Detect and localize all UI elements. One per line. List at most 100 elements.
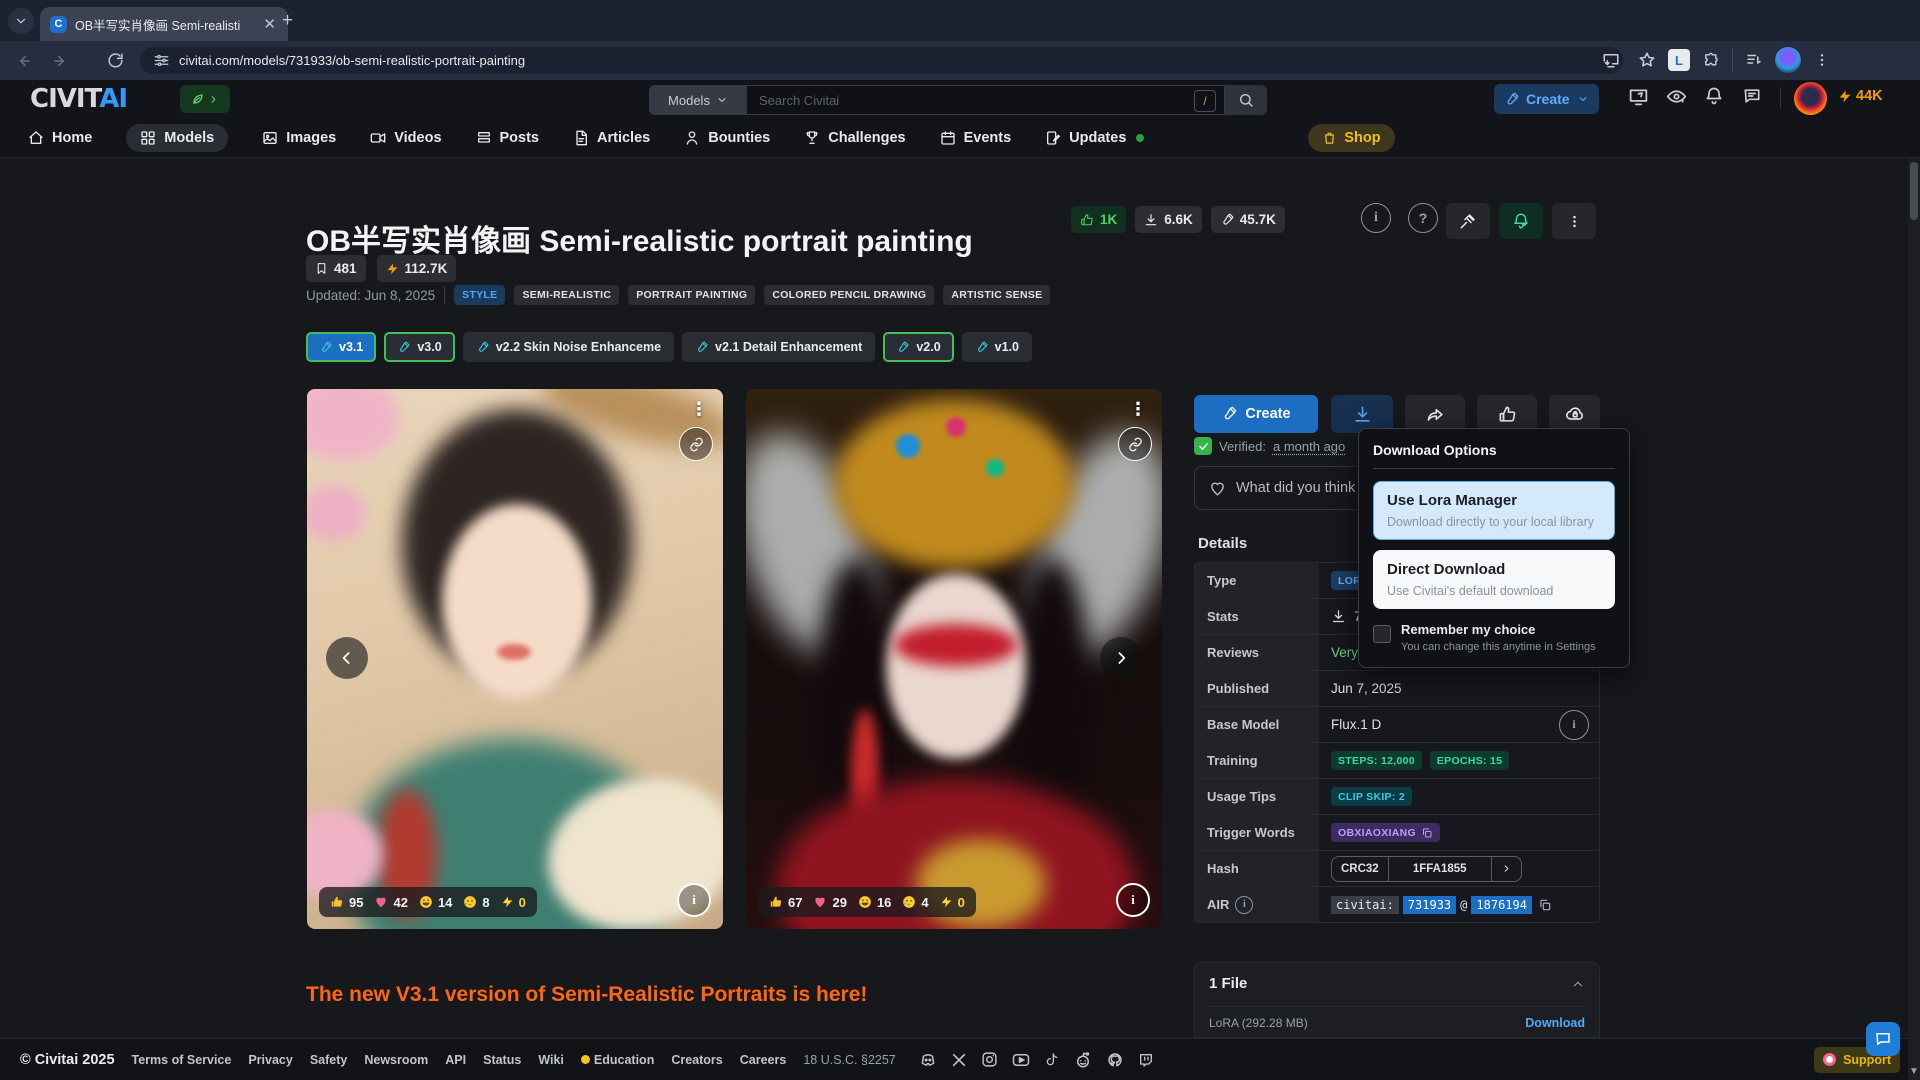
trigger-word-badge[interactable]: OBXIAOXIANG: [1331, 823, 1440, 842]
chat-button[interactable]: [1742, 86, 1762, 106]
twitch-icon[interactable]: [1138, 1052, 1154, 1068]
footer-link-api[interactable]: API: [445, 1053, 466, 1067]
air-model-id[interactable]: 731933: [1403, 896, 1456, 914]
discord-icon[interactable]: [919, 1051, 937, 1069]
github-icon[interactable]: [1106, 1051, 1124, 1069]
nav-item-models[interactable]: Models: [126, 124, 228, 152]
remember-choice-label[interactable]: Remember my choice: [1401, 622, 1596, 637]
footer-link-education[interactable]: Education: [581, 1053, 654, 1067]
image-link-button[interactable]: [1118, 427, 1152, 461]
nav-item-videos[interactable]: Videos: [370, 130, 441, 146]
reaction-cry[interactable]: 4: [902, 895, 928, 910]
footer-link-2257[interactable]: 18 U.S.C. §2257: [803, 1053, 895, 1067]
version-tab-v10[interactable]: v1.0: [962, 332, 1032, 362]
footer-link-creators[interactable]: Creators: [671, 1053, 722, 1067]
nav-item-articles[interactable]: Articles: [573, 130, 650, 146]
reviews-rating[interactable]: Very: [1331, 645, 1358, 660]
footer-link-privacy[interactable]: Privacy: [248, 1053, 292, 1067]
install-app-button[interactable]: [1596, 45, 1626, 75]
file-download-link[interactable]: Download: [1525, 1016, 1585, 1030]
tab-close-icon[interactable]: ✕: [261, 15, 278, 33]
version-tab-v20[interactable]: v2.0: [883, 332, 953, 362]
help-circle-icon[interactable]: ?: [1408, 203, 1438, 233]
civitai-logo[interactable]: CIVITAI: [30, 85, 127, 113]
downloads-badge[interactable]: 6.6K: [1135, 206, 1202, 233]
nav-item-home[interactable]: Home: [28, 130, 92, 146]
image-info-button[interactable]: i: [677, 883, 711, 917]
extension-l-badge[interactable]: L: [1668, 49, 1690, 71]
reload-button[interactable]: [100, 46, 130, 76]
browser-tab[interactable]: C OB半写实肖像画 Semi-realisti ✕: [40, 7, 288, 41]
version-tab-v30[interactable]: v3.0: [384, 332, 454, 362]
reaction-laugh[interactable]: 14: [419, 895, 452, 910]
info-circle-icon[interactable]: i: [1361, 203, 1391, 233]
info-circle-icon[interactable]: i: [1559, 710, 1589, 740]
reading-list-button[interactable]: [1739, 45, 1769, 75]
tag-style[interactable]: STYLE: [454, 285, 505, 305]
option-use-lora-manager[interactable]: Use Lora Manager Download directly to yo…: [1373, 481, 1615, 540]
notify-following-button[interactable]: [1499, 203, 1543, 239]
tag-artistic-sense[interactable]: ARTISTIC SENSE: [943, 285, 1050, 305]
forward-button[interactable]: [46, 46, 76, 76]
instagram-icon[interactable]: [981, 1051, 998, 1068]
nav-item-shop[interactable]: Shop: [1308, 124, 1394, 152]
site-settings-icon[interactable]: [154, 53, 169, 68]
reaction-bar[interactable]: 95 42 14 8 0: [319, 887, 537, 917]
browser-menu-button[interactable]: [1807, 45, 1837, 75]
extensions-button[interactable]: [1696, 45, 1726, 75]
bookmarks-badge[interactable]: 481: [306, 255, 366, 282]
reaction-cry[interactable]: 8: [463, 895, 489, 910]
option-direct-download[interactable]: Direct Download Use Civitai's default do…: [1373, 550, 1615, 609]
hash-value[interactable]: 1FFA1855: [1388, 857, 1491, 881]
tag-portrait-painting[interactable]: PORTRAIT PAINTING: [628, 285, 755, 305]
carousel-next-button[interactable]: [1100, 637, 1142, 679]
moderation-gavel-button[interactable]: [1446, 203, 1490, 239]
hash-next-button[interactable]: [1491, 857, 1521, 881]
reddit-icon[interactable]: [1074, 1051, 1092, 1069]
page-scrollbar-track[interactable]: [1908, 158, 1920, 1080]
header-create-button[interactable]: Create: [1494, 84, 1599, 114]
site-chat-fab[interactable]: [1866, 1022, 1900, 1056]
verified-time[interactable]: a month ago: [1273, 439, 1345, 454]
hash-pill[interactable]: CRC32 1FFA1855: [1331, 856, 1522, 882]
tag-semi-realistic[interactable]: SEMI-REALISTIC: [514, 285, 619, 305]
reaction-laugh[interactable]: 16: [858, 895, 891, 910]
info-circle-icon[interactable]: i: [1235, 896, 1253, 914]
screen-share-button[interactable]: [1628, 86, 1649, 107]
copy-icon[interactable]: [1538, 898, 1552, 912]
energy-badge[interactable]: 112.7K: [377, 255, 457, 282]
copy-icon[interactable]: [1421, 827, 1433, 839]
air-version-id[interactable]: 1876194: [1471, 896, 1532, 914]
reaction-like[interactable]: 67: [769, 895, 802, 910]
version-tab-v21[interactable]: v2.1 Detail Enhancement: [682, 332, 875, 362]
likes-badge[interactable]: 1K: [1071, 206, 1126, 233]
version-tab-v22[interactable]: v2.2 Skin Noise Enhanceme: [463, 332, 674, 362]
nav-item-updates[interactable]: Updates: [1045, 130, 1126, 146]
nav-item-posts[interactable]: Posts: [476, 130, 540, 146]
nav-item-events[interactable]: Events: [940, 130, 1012, 146]
search-category-select[interactable]: Models: [649, 85, 747, 115]
footer-link-terms[interactable]: Terms of Service: [132, 1053, 232, 1067]
nav-item-images[interactable]: Images: [262, 130, 336, 146]
file-section-header[interactable]: 1 File: [1209, 975, 1585, 992]
notifications-button[interactable]: [1704, 86, 1724, 106]
user-avatar[interactable]: [1794, 82, 1827, 115]
reaction-zap[interactable]: 0: [501, 895, 526, 910]
reaction-heart[interactable]: 29: [813, 895, 846, 910]
address-bar[interactable]: civitai.com/models/731933/ob-semi-realis…: [140, 47, 1623, 74]
youtube-icon[interactable]: [1012, 1051, 1030, 1069]
page-scrollbar-thumb[interactable]: [1910, 162, 1918, 220]
search-button[interactable]: [1225, 85, 1267, 115]
more-options-button[interactable]: [1552, 203, 1596, 239]
footer-link-careers[interactable]: Careers: [740, 1053, 787, 1067]
carousel-prev-button[interactable]: [326, 637, 368, 679]
image-menu-button[interactable]: ⋮: [1129, 399, 1148, 420]
version-tab-v31[interactable]: v3.1: [306, 332, 376, 362]
footer-link-newsroom[interactable]: Newsroom: [364, 1053, 428, 1067]
scrollbar-down-arrow[interactable]: ▼: [1909, 1066, 1919, 1077]
nav-item-challenges[interactable]: Challenges: [804, 130, 905, 146]
browsing-level-button[interactable]: [1666, 86, 1687, 107]
tiktok-icon[interactable]: [1044, 1052, 1060, 1068]
tag-colored-pencil[interactable]: COLORED PENCIL DRAWING: [764, 285, 934, 305]
remember-choice-checkbox[interactable]: [1373, 625, 1391, 643]
